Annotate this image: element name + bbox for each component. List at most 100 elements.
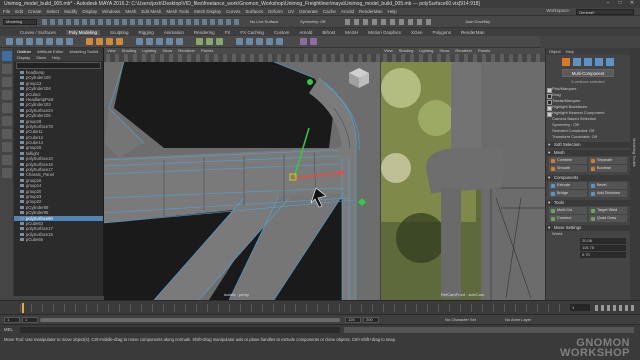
planar-map-icon[interactable] xyxy=(256,38,263,45)
separate-icon[interactable] xyxy=(96,38,103,45)
current-frame-field[interactable]: 1 xyxy=(570,304,590,311)
quad-draw-icon[interactable] xyxy=(216,38,223,45)
symmetry-value[interactable]: Off xyxy=(573,122,578,127)
components-section[interactable]: Components xyxy=(546,175,630,181)
cylinder-icon[interactable] xyxy=(26,38,33,45)
live-surface-field[interactable]: No Live Surface xyxy=(250,19,278,24)
menu-curves[interactable]: Curves xyxy=(226,9,240,14)
shelf-tab[interactable]: Custom xyxy=(274,30,290,35)
shelf-tab[interactable]: Rendering xyxy=(194,30,215,35)
user-login[interactable]: Josh Doveflay xyxy=(465,19,490,24)
shelf-tab[interactable]: MASH xyxy=(345,30,358,35)
ipr-icon[interactable] xyxy=(310,38,317,45)
shelf-tab[interactable]: Curves / Surfaces xyxy=(20,30,56,35)
menu-windows[interactable]: Windows xyxy=(102,9,120,14)
merge-icon[interactable] xyxy=(176,38,183,45)
shelf-tab[interactable]: FX xyxy=(225,30,231,35)
end-frame-field[interactable]: 200 xyxy=(363,317,379,323)
toolkit-menu-help[interactable]: Help xyxy=(566,49,574,54)
outliner-item[interactable]: pCube55 xyxy=(14,237,103,242)
layout-outliner-icon[interactable] xyxy=(2,168,12,178)
tab-outliner[interactable]: Outliner xyxy=(17,49,31,54)
menu-mesh[interactable]: Mesh xyxy=(125,9,136,14)
cube-icon[interactable] xyxy=(16,38,23,45)
lasso-tool-icon[interactable] xyxy=(2,64,12,74)
viewport-side[interactable]: View Shading Lighting Show Renderer Pane… xyxy=(381,48,545,300)
smooth-button[interactable]: Smooth xyxy=(549,165,587,172)
mode-dropdown[interactable]: Modeling xyxy=(3,19,37,25)
close-icon[interactable]: ✕ xyxy=(626,0,638,6)
target-weld-button[interactable]: Target Weld xyxy=(589,207,627,214)
shelf-tab-active[interactable]: Poly Modeling xyxy=(65,29,101,35)
outliner-menu-display[interactable]: Display xyxy=(17,55,30,61)
edge-mode-icon[interactable] xyxy=(584,58,592,66)
playback-start-field[interactable]: 1 xyxy=(22,317,38,323)
character-set-dropdown[interactable]: No Character Set xyxy=(445,317,476,322)
target-weld-icon[interactable] xyxy=(206,38,213,45)
extrude-icon[interactable] xyxy=(136,38,143,45)
tab-modeling-toolkit[interactable]: Modeling Toolkit xyxy=(69,49,98,54)
sew-uv-icon[interactable] xyxy=(276,38,283,45)
rotate-tool-icon[interactable] xyxy=(2,103,12,113)
boolean-button[interactable]: Boolean xyxy=(589,165,627,172)
layout-side-icon[interactable] xyxy=(2,155,12,165)
menu-arnold[interactable]: Arnold xyxy=(341,9,354,14)
world-space-option[interactable]: World xyxy=(546,231,630,237)
bevel-button[interactable]: Bevel xyxy=(589,182,627,189)
menu-select[interactable]: Select xyxy=(47,9,60,14)
symmetry-dropdown[interactable]: Symmetry: Off xyxy=(300,19,325,24)
tools-section[interactable]: Tools xyxy=(546,200,630,206)
render-icon[interactable] xyxy=(300,38,307,45)
viewport-persp[interactable]: View Shading Lighting Show Renderer Pane… xyxy=(104,48,380,300)
cone-icon[interactable] xyxy=(36,38,43,45)
append-icon[interactable] xyxy=(166,38,173,45)
add-divisions-button[interactable]: Add Divisions xyxy=(589,190,627,197)
layout-single-icon[interactable] xyxy=(2,129,12,139)
time-slider[interactable]: 1 xyxy=(0,300,640,314)
menu-help[interactable]: Help xyxy=(387,9,396,14)
plane-icon[interactable] xyxy=(56,38,63,45)
quad-draw-button[interactable]: Quad Draw xyxy=(589,215,627,222)
multi-cut-button[interactable]: Multi-Cut xyxy=(549,207,587,214)
value-field-y[interactable]: 115.75 xyxy=(580,245,626,251)
anim-layer-dropdown[interactable]: No Anim Layer xyxy=(505,317,531,322)
shelf-tab[interactable]: FX Caching xyxy=(240,30,264,35)
playback-end-field[interactable]: 120 xyxy=(345,317,361,323)
boolean-icon[interactable] xyxy=(116,38,123,45)
transform-constraint-option[interactable]: Transform Constraint: Off xyxy=(546,134,630,140)
combine-icon[interactable] xyxy=(86,38,93,45)
smooth-icon[interactable] xyxy=(106,38,113,45)
multi-component-button[interactable]: Multi-Component xyxy=(562,69,614,77)
value-field-z[interactable]: 0.70 xyxy=(580,252,626,258)
torus-icon[interactable] xyxy=(46,38,53,45)
move-tool-icon[interactable] xyxy=(2,90,12,100)
outliner-search-input[interactable] xyxy=(16,62,101,69)
scale-tool-icon[interactable] xyxy=(2,116,12,126)
menu-deform[interactable]: Deform xyxy=(268,9,283,14)
multicut-icon[interactable] xyxy=(196,38,203,45)
menu-display[interactable]: Display xyxy=(82,9,97,14)
uv-mode-icon[interactable] xyxy=(606,58,614,66)
menu-mesh-tools[interactable]: Mesh Tools xyxy=(166,9,189,14)
menu-file[interactable]: File xyxy=(3,9,10,14)
soft-selection-section[interactable]: Soft Selection xyxy=(546,142,630,148)
start-frame-field[interactable]: 1 xyxy=(4,317,20,323)
separate-button[interactable]: Separate xyxy=(589,157,627,164)
minimize-icon[interactable]: – xyxy=(602,0,614,6)
range-slider-bar[interactable] xyxy=(40,318,340,322)
modeling-toolkit-side-tab[interactable]: Modeling Toolkit xyxy=(630,48,640,300)
menu-create[interactable]: Create xyxy=(28,9,42,14)
vertex-mode-icon[interactable] xyxy=(573,58,581,66)
uv-editor-icon[interactable] xyxy=(246,38,253,45)
shelf-tab[interactable]: XGen xyxy=(411,30,423,35)
shelf-tab[interactable]: Animation xyxy=(164,30,184,35)
menu-surfaces[interactable]: Surfaces xyxy=(245,9,263,14)
combine-button[interactable]: Combine xyxy=(549,157,587,164)
extrude-button[interactable]: Extrude xyxy=(549,182,587,189)
outliner-menu-show[interactable]: Show xyxy=(36,55,46,61)
shelf-tab[interactable]: RenderMan xyxy=(461,30,485,35)
command-input[interactable] xyxy=(20,327,340,333)
select-tool-icon[interactable] xyxy=(2,51,12,61)
bridge-button[interactable]: Bridge xyxy=(549,190,587,197)
outliner-menu-help[interactable]: Help xyxy=(52,55,60,61)
